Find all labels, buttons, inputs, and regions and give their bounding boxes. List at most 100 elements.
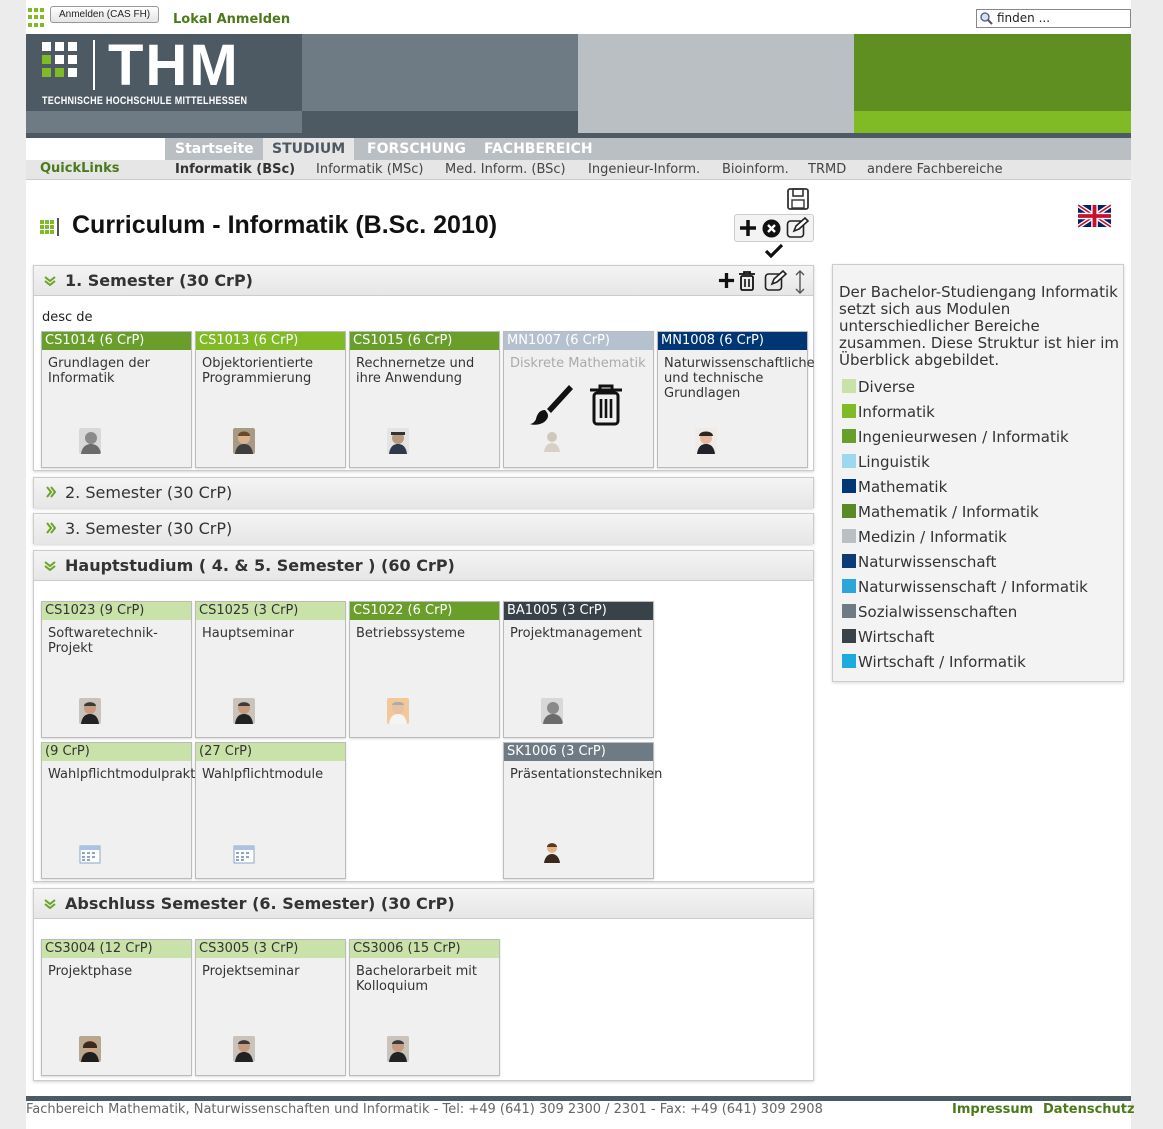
nav-startseite[interactable]: Startseite	[166, 138, 263, 160]
legend-label: Mathematik	[858, 478, 948, 496]
confirm-check-icon[interactable]	[764, 243, 784, 259]
trash-icon[interactable]	[587, 382, 625, 427]
module-card[interactable]: (27 CrP) Wahlpflichtmodule	[195, 742, 346, 879]
nav-fachbereich[interactable]: FACHBEREICH	[475, 138, 602, 160]
cas-login-button[interactable]: Anmelden (CAS FH)	[50, 6, 160, 23]
subnav-andere-fachbereiche[interactable]: andere Fachbereiche	[867, 162, 1003, 177]
module-card[interactable]: BA1005 (3 CrP) Projektmanagement	[503, 601, 654, 738]
module-name: Präsentationstechniken	[510, 767, 663, 782]
calendar-icon[interactable]	[79, 844, 101, 864]
uk-flag-icon[interactable]	[1078, 203, 1111, 229]
module-card[interactable]: CS3005 (3 CrP) Projektseminar	[195, 939, 346, 1076]
legend-item[interactable]: Informatik	[842, 404, 935, 421]
legend-item[interactable]: Mathematik / Informatik	[842, 504, 1039, 521]
quicklinks-label[interactable]: QuickLinks	[40, 161, 120, 176]
semester-header[interactable]: 3. Semester (30 CrP)	[34, 514, 813, 544]
person-photo-icon[interactable]	[79, 698, 101, 724]
semester-title: Abschluss Semester (6. Semester) (30 CrP…	[65, 894, 455, 913]
semester-header[interactable]: Abschluss Semester (6. Semester) (30 CrP…	[34, 889, 813, 919]
subnav-trmd[interactable]: TRMD	[808, 162, 846, 177]
person-photo-icon[interactable]	[233, 428, 255, 454]
trash-icon[interactable]	[737, 270, 757, 291]
semester-panel: 2. Semester (30 CrP)	[33, 477, 814, 508]
subnav-informatik-msc[interactable]: Informatik (MSc)	[316, 162, 423, 177]
legend-item[interactable]: Naturwissenschaft / Informatik	[842, 579, 1088, 596]
legend-swatch	[842, 404, 856, 418]
module-code: MN1007 (6 CrP)	[504, 332, 653, 350]
thm-logo-small-icon[interactable]	[28, 8, 44, 28]
module-card[interactable]: SK1006 (3 CrP) Präsentationstechniken	[503, 742, 663, 879]
paint-brush-icon[interactable]	[529, 382, 574, 427]
nav-studium[interactable]: STUDIUM	[263, 138, 355, 160]
subnav-bioinform[interactable]: Bioinform.	[722, 162, 789, 177]
person-photo-icon[interactable]	[233, 698, 255, 724]
module-card[interactable]: CS1023 (9 CrP) Softwaretechnik-Projekt	[41, 601, 192, 738]
cancel-icon[interactable]	[762, 219, 781, 238]
module-card[interactable]: CS3004 (12 CrP) Projektphase	[41, 939, 192, 1076]
legend-item[interactable]: Naturwissenschaft	[842, 554, 996, 571]
legend-item[interactable]: Wirtschaft / Informatik	[842, 654, 1026, 671]
chevron-down-icon[interactable]	[44, 275, 56, 287]
module-card[interactable]: MN1007 (6 CrP) Diskrete Mathematik	[503, 331, 654, 468]
legend-panel: Der Bachelor-Studiengang Informatik setz…	[832, 264, 1124, 682]
subnav-informatik-bsc[interactable]: Informatik (BSc)	[175, 162, 295, 177]
module-card[interactable]: (9 CrP) Wahlpflichtmodulpraktika	[41, 742, 214, 879]
nav-forschung[interactable]: FORSCHUNG	[358, 138, 475, 160]
semester-header[interactable]: 2. Semester (30 CrP)	[34, 478, 813, 508]
legend-item[interactable]: Sozialwissenschaften	[842, 604, 1017, 621]
semester-header[interactable]: Hauptstudium ( 4. & 5. Semester ) (60 Cr…	[34, 551, 813, 581]
search-input[interactable]: finden ...	[976, 9, 1131, 28]
person-photo-icon[interactable]	[233, 1036, 255, 1062]
module-card[interactable]: CS3006 (15 CrP) Bachelorarbeit mit Kollo…	[349, 939, 500, 1076]
local-login-link[interactable]: Lokal Anmelden	[173, 12, 290, 27]
legend-item[interactable]: Diverse	[842, 379, 915, 396]
module-card[interactable]: CS1022 (6 CrP) Betriebssysteme	[349, 601, 500, 738]
semester-description: desc de	[42, 310, 93, 325]
logo-separator	[93, 40, 95, 90]
header-strip	[578, 34, 854, 111]
subnav-med-inform[interactable]: Med. Inform. (BSc)	[445, 162, 566, 177]
person-icon[interactable]	[541, 839, 563, 865]
legend-item[interactable]: Ingenieurwesen / Informatik	[842, 429, 1069, 446]
person-photo-icon[interactable]	[79, 1036, 101, 1062]
subnav-ingenieur-inform[interactable]: Ingenieur-Inform.	[588, 162, 700, 177]
module-code: BA1005 (3 CrP)	[504, 602, 653, 620]
save-icon[interactable]	[786, 187, 810, 211]
chevron-down-icon[interactable]	[44, 898, 56, 910]
person-placeholder-icon[interactable]	[541, 428, 563, 454]
edit-icon[interactable]	[764, 270, 788, 292]
person-photo-icon[interactable]	[387, 1036, 409, 1062]
legend-label: Wirtschaft / Informatik	[858, 653, 1026, 671]
module-code: CS3006 (15 CrP)	[350, 940, 499, 958]
add-icon[interactable]	[718, 272, 735, 289]
module-card[interactable]: CS1025 (3 CrP) Hauptseminar	[195, 601, 346, 738]
legend-intro: Der Bachelor-Studiengang Informatik setz…	[839, 283, 1119, 369]
datenschutz-link[interactable]: Datenschutz	[1043, 1102, 1135, 1117]
legend-label: Informatik	[858, 403, 935, 421]
thm-logo[interactable]: THM TECHNISCHE HOCHSCHULE MITTELHESSEN	[26, 33, 302, 111]
semester-header[interactable]: 1. Semester (30 CrP)	[34, 266, 813, 296]
person-photo-icon[interactable]	[79, 428, 101, 454]
move-arrows-icon[interactable]	[794, 270, 806, 294]
edit-icon[interactable]	[786, 217, 810, 239]
chevron-right-icon[interactable]	[45, 522, 57, 536]
module-card[interactable]: CS1013 (6 CrP) Objektorientierte Program…	[195, 331, 346, 468]
person-photo-icon[interactable]	[387, 428, 409, 454]
legend-item[interactable]: Medizin / Informatik	[842, 529, 1007, 546]
person-photo-icon[interactable]	[695, 428, 717, 454]
person-photo-icon[interactable]	[541, 698, 563, 724]
chevron-right-icon[interactable]	[45, 486, 57, 500]
impressum-link[interactable]: Impressum	[952, 1102, 1033, 1117]
calendar-icon[interactable]	[233, 844, 255, 864]
module-card[interactable]: CS1015 (6 CrP) Rechnernetze und ihre Anw…	[349, 331, 500, 468]
title-toolbar	[734, 214, 814, 242]
legend-item[interactable]: Mathematik	[842, 479, 947, 496]
module-card[interactable]: MN1008 (6 CrP) Naturwissenschaftliche un…	[657, 331, 815, 468]
module-card[interactable]: CS1014 (6 CrP) Grundlagen der Informatik	[41, 331, 192, 468]
add-icon[interactable]	[739, 219, 757, 237]
sub-nav: QuickLinks Informatik (BSc) Informatik (…	[26, 160, 1131, 180]
legend-item[interactable]: Wirtschaft	[842, 629, 934, 646]
legend-item[interactable]: Linguistik	[842, 454, 930, 471]
chevron-down-icon[interactable]	[44, 560, 56, 572]
person-photo-icon[interactable]	[387, 698, 409, 724]
